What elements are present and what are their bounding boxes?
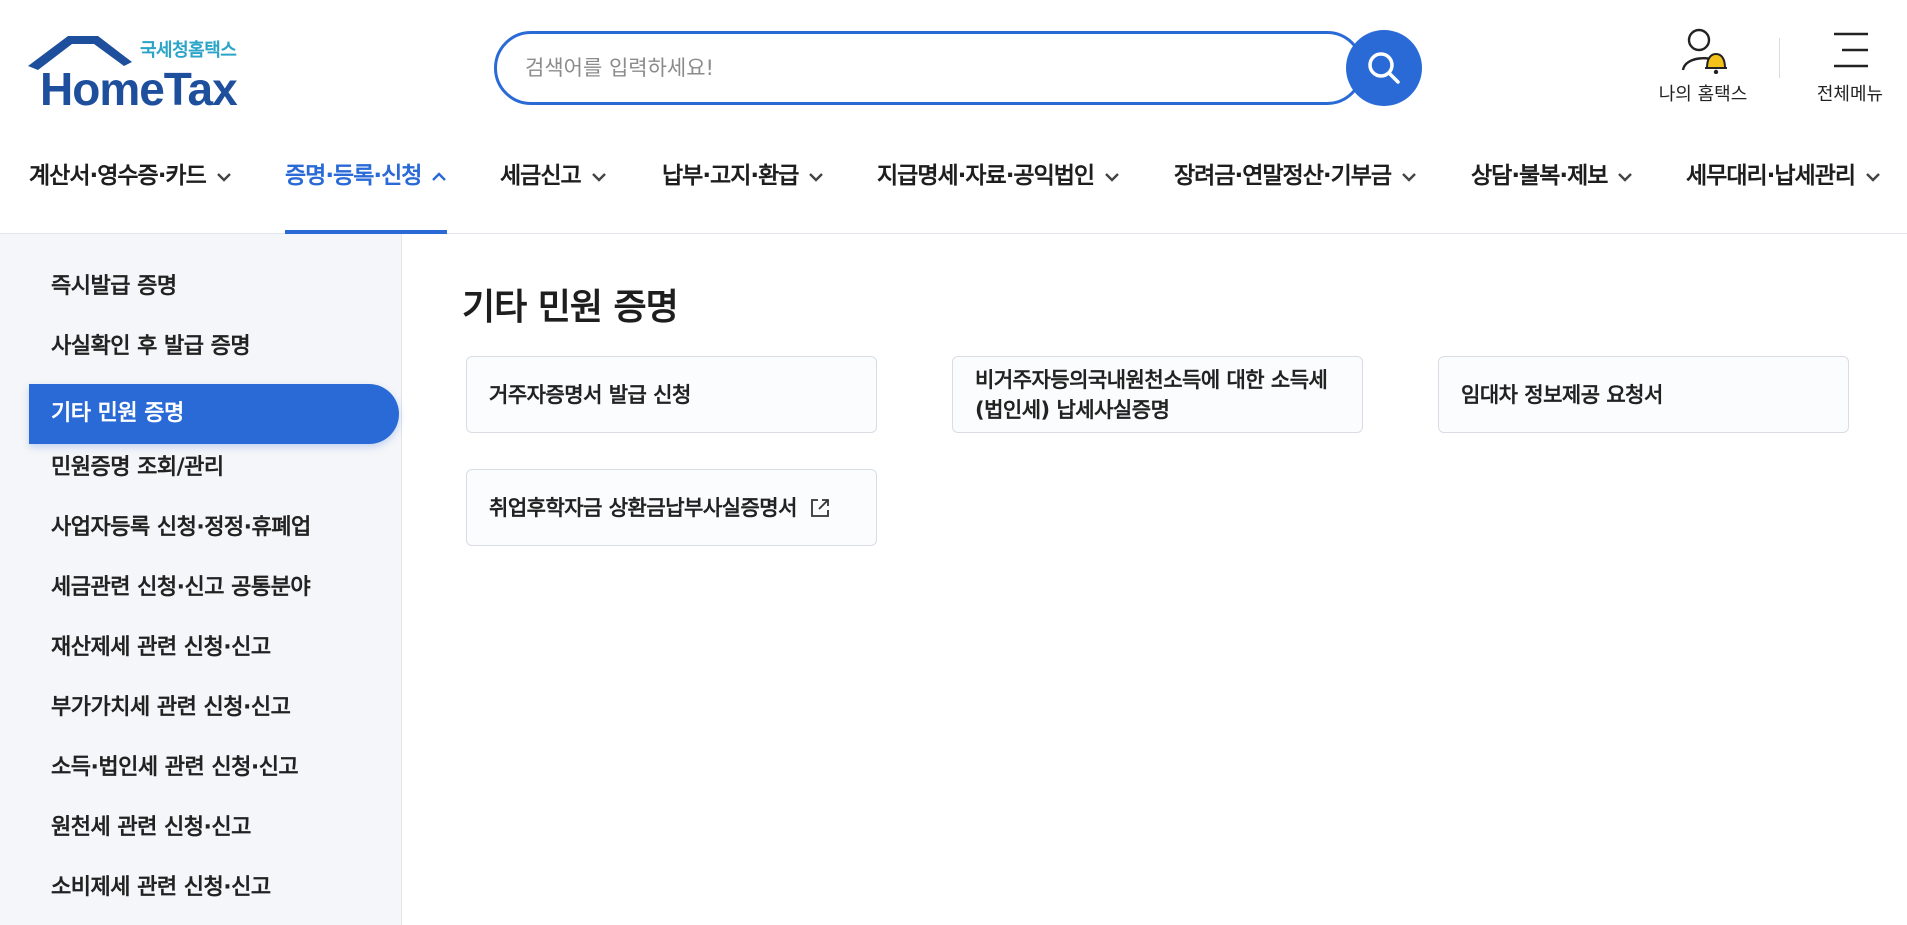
sidebar-item-label: 원천세 관련 신청·신고 <box>51 815 251 840</box>
chevron-down-icon <box>1105 172 1119 182</box>
sidebar-item-label: 재산제세 관련 신청·신고 <box>51 635 271 660</box>
sidebar-item-label: 세금관련 신청·신고 공통분야 <box>51 575 311 600</box>
card-label: 거주자증명서 발급 신청 <box>489 382 691 407</box>
gnb-item-label: 계산서·영수증·카드 <box>29 163 207 189</box>
sidebar-item-label: 부가가치세 관련 신청·신고 <box>51 695 291 720</box>
gnb-item-payment[interactable]: 납부·고지·환급 <box>662 156 824 234</box>
card-label: 취업후학자금 상환금납부사실증명서 <box>489 495 797 520</box>
sidebar-item-label: 민원증명 조회/관리 <box>51 455 224 480</box>
gnb-item-label: 장려금·연말정산·기부금 <box>1174 163 1392 189</box>
card-nonresident-tax-payment[interactable]: 비거주자등의국내원천소득에 대한 소득세(법인세) 납세사실증명 <box>952 356 1363 433</box>
hamburger-icon <box>1834 32 1868 68</box>
gnb-item-label: 납부·고지·환급 <box>662 163 799 189</box>
gnb-item-statements[interactable]: 지급명세·자료·공익법인 <box>877 156 1120 234</box>
card-label: 임대차 정보제공 요청서 <box>1461 382 1663 407</box>
sidebar-item-income-corporate-tax[interactable]: 소득·법인세 관련 신청·신고 <box>29 738 399 798</box>
all-menu-button[interactable]: 전체메뉴 <box>1800 26 1900 106</box>
sidebar-item-label: 사업자등록 신청·정정·휴폐업 <box>51 515 311 540</box>
card-label: 비거주자등의국내원천소득에 대한 소득세(법인세) 납세사실증명 <box>975 367 1328 422</box>
site-header: 국세청홈택스 HomeTax 나의 홈택스 전체메뉴 <box>0 0 1907 130</box>
chevron-up-icon <box>432 171 447 181</box>
gnb-item-label: 세무대리·납세관리 <box>1686 163 1856 189</box>
sidebar-item-label: 소득·법인세 관련 신청·신고 <box>51 755 299 780</box>
chevron-down-icon <box>1402 172 1416 182</box>
gnb-item-tax-return[interactable]: 세금신고 <box>500 156 607 234</box>
logo-title: HomeTax <box>40 63 238 115</box>
gnb-item-invoice[interactable]: 계산서·영수증·카드 <box>29 156 232 234</box>
sidebar-item-business-registration[interactable]: 사업자등록 신청·정정·휴폐업 <box>29 498 399 558</box>
card-lease-info-request[interactable]: 임대차 정보제공 요청서 <box>1438 356 1849 433</box>
card-student-loan-repayment[interactable]: 취업후학자금 상환금납부사실증명서 <box>466 469 877 546</box>
sidebar-item-other-certificates[interactable]: 기타 민원 증명 <box>29 384 399 444</box>
sidebar-item-instant-certificates[interactable]: 즉시발급 증명 <box>29 257 399 317</box>
sidebar-item-consumption-tax[interactable]: 소비제세 관련 신청·신고 <box>29 858 399 918</box>
gnb-item-tax-agent[interactable]: 세무대리·납세관리 <box>1686 156 1881 234</box>
sidebar-item-vat[interactable]: 부가가치세 관련 신청·신고 <box>29 678 399 738</box>
sidebar-item-label: 즉시발급 증명 <box>51 274 177 299</box>
page-title: 기타 민원 증명 <box>462 287 679 328</box>
main-navigation: 계산서·영수증·카드 증명·등록·신청 세금신고 납부·고지·환급 지급명세·자… <box>0 130 1907 234</box>
sidebar-item-common-tax[interactable]: 세금관련 신청·신고 공통분야 <box>29 558 399 618</box>
gnb-item-label: 상담·불복·제보 <box>1471 163 1608 189</box>
external-link-icon <box>811 498 829 517</box>
chevron-down-icon <box>216 172 231 182</box>
my-hometax-button[interactable]: 나의 홈택스 <box>1648 26 1758 106</box>
gnb-item-incentives[interactable]: 장려금·연말정산·기부금 <box>1174 156 1417 234</box>
all-menu-label: 전체메뉴 <box>1816 84 1884 105</box>
my-hometax-label: 나의 홈택스 <box>1658 84 1748 105</box>
hometax-logo[interactable]: 국세청홈택스 HomeTax <box>28 32 258 115</box>
search-button[interactable] <box>1346 30 1422 106</box>
chevron-down-icon <box>1866 172 1880 182</box>
gnb-item-label: 지급명세·자료·공익법인 <box>877 163 1095 189</box>
search-box <box>494 31 1364 105</box>
chevron-down-icon <box>1618 172 1633 182</box>
sidebar-item-label: 소비제세 관련 신청·신고 <box>51 875 271 900</box>
chevron-down-icon <box>809 172 824 182</box>
chevron-down-icon <box>591 172 606 182</box>
sidebar-item-certificate-lookup[interactable]: 민원증명 조회/관리 <box>29 438 399 498</box>
sidebar-item-verified-certificates[interactable]: 사실확인 후 발급 증명 <box>29 317 399 377</box>
sidebar: 즉시발급 증명 사실확인 후 발급 증명 기타 민원 증명 민원증명 조회/관리… <box>0 234 402 925</box>
search-icon <box>1368 52 1400 84</box>
logo-subtitle: 국세청홈택스 <box>140 40 237 61</box>
search-input[interactable] <box>525 50 1285 86</box>
gnb-item-certificates[interactable]: 증명·등록·신청 <box>285 156 448 234</box>
card-residence-certificate[interactable]: 거주자증명서 발급 신청 <box>466 356 877 433</box>
sidebar-item-label: 사실확인 후 발급 증명 <box>51 334 251 359</box>
divider <box>1779 38 1780 78</box>
user-bell-icon <box>1681 28 1727 74</box>
gnb-item-consultation[interactable]: 상담·불복·제보 <box>1471 156 1633 234</box>
sidebar-item-withholding-tax[interactable]: 원천세 관련 신청·신고 <box>29 798 399 858</box>
gnb-item-label: 증명·등록·신청 <box>285 163 422 189</box>
gnb-item-label: 세금신고 <box>500 163 582 189</box>
sidebar-item-property-tax[interactable]: 재산제세 관련 신청·신고 <box>29 618 399 678</box>
sidebar-item-label: 기타 민원 증명 <box>51 401 184 426</box>
